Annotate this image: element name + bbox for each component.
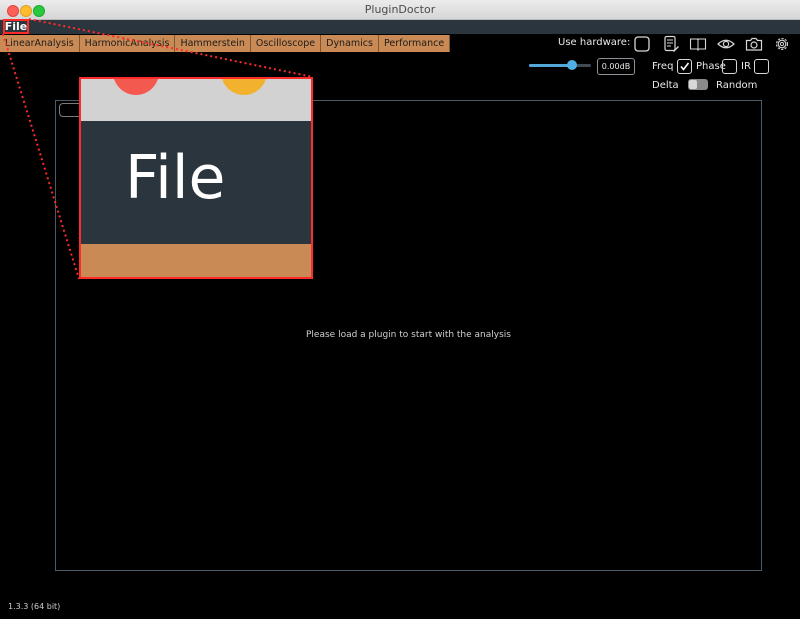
- zoom-tab-strip: [81, 244, 311, 277]
- book-icon[interactable]: [689, 35, 707, 53]
- phase-checkbox[interactable]: [722, 59, 737, 74]
- delta-random-toggle[interactable]: [688, 79, 708, 90]
- tab-dynamics[interactable]: Dynamics: [321, 35, 379, 52]
- random-label: Random: [716, 80, 758, 91]
- gain-slider[interactable]: [529, 64, 591, 67]
- ir-checkbox[interactable]: [754, 59, 769, 74]
- camera-icon[interactable]: [745, 35, 763, 53]
- load-plugin-message: Please load a plugin to start with the a…: [306, 330, 511, 340]
- eye-icon[interactable]: [717, 35, 735, 53]
- version-label: 1.3.3 (64 bit): [8, 602, 61, 611]
- tab-oscilloscope[interactable]: Oscilloscope: [250, 35, 322, 52]
- ir-label: IR: [741, 61, 751, 72]
- zoom-menu-bar: File: [81, 121, 311, 244]
- freq-checkbox[interactable]: [677, 59, 692, 74]
- freq-label: Freq: [652, 61, 674, 72]
- zoom-file-text: File: [125, 143, 226, 213]
- use-hardware-label: Use hardware:: [558, 37, 631, 48]
- notes-icon[interactable]: [662, 35, 680, 53]
- gain-slider-knob[interactable]: [567, 60, 577, 70]
- title-bar: PluginDoctor: [0, 0, 800, 20]
- zoom-callout: File: [79, 77, 313, 279]
- tab-linear-analysis[interactable]: LinearAnalysis: [0, 35, 80, 52]
- zoom-title-bar: [81, 79, 311, 121]
- use-hardware-checkbox[interactable]: [633, 35, 651, 53]
- analysis-tabs: LinearAnalysis HarmonicAnalysis Hammerst…: [0, 35, 451, 52]
- gain-slider-fill: [529, 64, 572, 67]
- delta-label: Delta: [652, 80, 679, 91]
- window-title: PluginDoctor: [364, 3, 436, 16]
- file-menu[interactable]: File: [3, 19, 29, 34]
- tab-hammerstein[interactable]: Hammerstein: [175, 35, 251, 52]
- gain-value-field[interactable]: 0.00dB: [597, 58, 635, 75]
- zoom-close-dot: [113, 79, 159, 95]
- gear-icon[interactable]: [773, 35, 791, 53]
- tab-performance[interactable]: Performance: [378, 35, 451, 52]
- menu-bar: [0, 20, 800, 34]
- zoom-minimize-dot: [221, 79, 267, 95]
- tab-harmonic-analysis[interactable]: HarmonicAnalysis: [79, 35, 176, 52]
